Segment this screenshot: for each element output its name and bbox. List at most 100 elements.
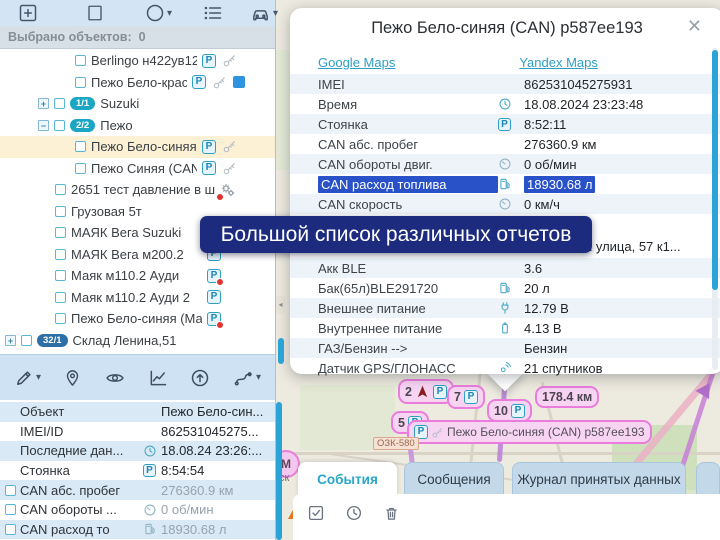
tree-item[interactable]: Маяк м110.2 Ауди 2 P [0,287,275,309]
key-icon [431,426,444,439]
yandex-maps-link[interactable]: Yandex Maps [519,55,598,70]
nav-arrow-icon [415,384,430,399]
details-scrollbar-handle[interactable] [276,402,282,540]
tab-messages[interactable]: Сообщения [404,462,504,496]
expander-plus-icon[interactable]: + [5,335,16,346]
tree-item[interactable]: Berlingo н422ув123 P [0,50,275,72]
popup-row: Внешнее питание12.79 В [290,298,720,318]
popup-scrollbar-handle[interactable] [712,50,718,290]
tree-item[interactable]: 2651 тест давление в ш [0,179,275,201]
chevron-down-icon[interactable]: ▾ [256,372,261,383]
checkbox[interactable] [5,504,16,515]
edit-button[interactable]: ▾ [10,365,45,391]
checkbox[interactable] [55,206,66,217]
circle-select-button[interactable]: ▾ [141,0,176,26]
detail-row: IMEI/ID862531045275... [0,422,275,442]
map-green-area [274,50,290,170]
watermark-text: Avito [652,494,720,528]
tree-scrollbar-handle[interactable] [278,338,284,364]
selection-header: Выбрано объектов: 0 [0,26,275,49]
checkbox[interactable] [5,524,16,535]
objects-tree: Berlingo н422ув123 P Пежо Бело-красная P… [0,49,275,354]
tree-item[interactable]: Пежо Синяя (CAN) с P [0,158,275,180]
checkbox[interactable] [55,249,66,260]
key-icon [222,53,237,68]
map-marker-group[interactable]: 7 P [447,385,485,409]
trash-icon[interactable] [383,505,400,522]
gauge-icon [143,503,157,517]
popup-row: CAN обороты двиг.0 об/мин [290,154,720,174]
google-maps-link[interactable]: Google Maps [318,55,395,70]
tree-item[interactable]: Пежо Бело-синяя (Мая P [0,308,275,330]
watermark-logo-circle [632,496,647,511]
map-marker-group[interactable]: 10 P [487,399,532,422]
tree-item[interactable]: Пежо Бело-красная P [0,72,275,94]
parking-icon: P [464,390,478,404]
chevron-down-icon[interactable]: ▾ [273,8,278,19]
reports-button[interactable] [144,365,172,391]
tree-group[interactable]: + 1/1 Suzuki [0,93,275,115]
select-area-button[interactable] [82,0,108,26]
checkbox[interactable] [75,55,86,66]
add-object-button[interactable] [14,0,42,26]
checkbox[interactable] [75,77,86,88]
checkbox[interactable] [55,313,66,324]
objects-toolbar: ▾ ▾ [0,0,275,26]
checkbox[interactable] [55,227,66,238]
clock-icon [143,444,157,458]
map-marker-group[interactable]: 2 P [398,379,454,404]
objects-panel: ▾ ▾ Выбрано объектов: 0 Berlingo н422ув1… [0,0,276,540]
chevron-down-icon[interactable]: ▾ [36,372,41,383]
watermark-logo-circle [617,494,626,503]
group-count-badge: 2/2 [70,119,95,132]
map-vehicle-label[interactable]: P Пежо Бело-синяя (CAN) p587ee193 [407,420,652,444]
tracks-button[interactable]: ▾ [228,365,265,391]
tree-item[interactable]: Маяк м110.2 Ауди P [0,265,275,287]
expander-minus-icon[interactable]: − [38,120,49,131]
popup-row: ГАЗ/Бензин -->Бензин [290,338,720,358]
popup-row: Бак(65л)BLE29172020 л [290,278,720,298]
satellite-icon [498,361,512,375]
parking-icon: P [207,290,221,304]
map-links-row: Google Maps Yandex Maps [290,52,720,73]
checkbox[interactable] [55,292,66,303]
popup-row: CAN скорость0 км/ч [290,194,720,214]
show-vehicles-button[interactable]: ▾ [246,0,282,26]
marker-count: 7 [454,390,461,404]
gauge-icon [498,157,512,171]
locate-button[interactable] [59,365,86,391]
parking-icon: P [202,161,216,175]
checkbox[interactable] [55,184,66,195]
export-button[interactable] [186,365,214,391]
checkbox[interactable] [75,163,86,174]
object-actions-toolbar: ▾ ▾ [0,354,275,400]
expander-plus-icon[interactable]: + [38,98,49,109]
watermark-logo-circle [635,514,647,526]
tree-group[interactable]: − 2/2 Пежо [0,115,275,137]
vehicle-info-popup: Пежо Бело-синяя (CAN) p587ee193 ✕ Google… [290,8,720,374]
list-view-button[interactable] [198,0,228,26]
watch-button[interactable] [100,365,130,391]
tab-events[interactable]: События [298,462,397,496]
check-square-icon[interactable] [307,504,325,522]
chevron-down-icon[interactable]: ▾ [167,8,172,19]
group-count-badge: 1/1 [70,97,95,110]
detail-row: CAN расход то18930.68 л [0,520,275,540]
checkbox[interactable] [55,270,66,281]
clock-icon[interactable] [345,504,363,522]
fuel-icon [143,522,157,536]
map-road [290,452,720,455]
panel-collapse-handle[interactable]: ◂ [276,296,285,314]
checkbox[interactable] [5,485,16,496]
checkbox[interactable] [54,120,65,131]
close-icon[interactable]: ✕ [687,16,702,37]
checkbox[interactable] [21,335,32,346]
fuel-icon [498,281,512,295]
tree-item-selected[interactable]: Пежо Бело-синяя (С P [0,136,275,158]
parking-icon: P [511,404,525,418]
checkbox[interactable] [75,141,86,152]
parking-icon: P [143,464,156,477]
tree-group[interactable]: + 32/1 Склад Ленина,51 [0,330,275,352]
parking-off-icon: P [207,312,221,326]
checkbox[interactable] [54,98,65,109]
